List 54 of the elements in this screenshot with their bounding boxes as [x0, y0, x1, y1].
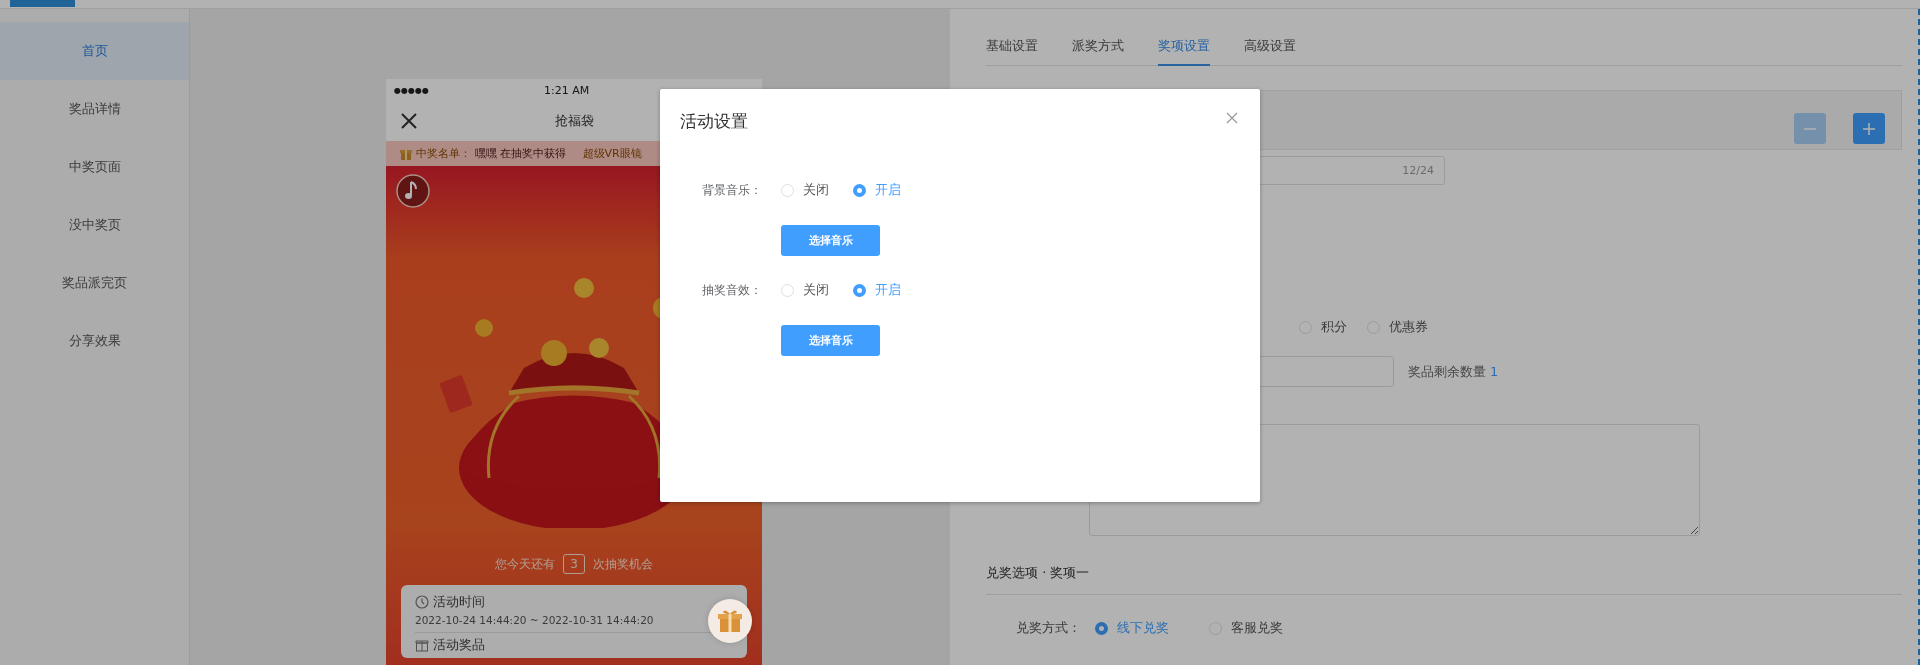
chances-suffix: 次抽奖机会 [592, 555, 653, 573]
signal-dots: ●●●●● [394, 85, 430, 95]
option-label: 优惠券 [1389, 318, 1428, 336]
option-label: 关闭 [803, 181, 829, 199]
info-title: 活动时间 [433, 593, 485, 611]
status-time: 1:21 AM [544, 83, 590, 97]
sidebar-item[interactable]: 奖品派完页 [0, 254, 189, 312]
sidebar-item[interactable]: 中奖页面 [0, 138, 189, 196]
remaining-count: 1 [1490, 364, 1499, 379]
field-label: 背景音乐： [701, 181, 762, 199]
field-label: 抽奖音效： [701, 281, 762, 299]
close-icon [1226, 112, 1238, 124]
field-label: 兑奖方式： [1016, 619, 1081, 637]
option-label: 客服兑奖 [1231, 619, 1283, 637]
choose-music-button[interactable]: 选择音乐 [781, 225, 880, 256]
sidebar-item[interactable]: 首页 [0, 22, 189, 80]
info-value: 2022-10-24 14:44:20 ~ 2022-10-31 14:44:20 [415, 614, 655, 626]
music-icon [396, 174, 430, 208]
remaining-label: 奖品剩余数量 [1408, 362, 1486, 381]
option-label: 开启 [875, 281, 901, 299]
plus-icon [1863, 122, 1875, 135]
option-label: 开启 [875, 181, 901, 199]
settings-tab[interactable]: 奖项设置 [1158, 29, 1210, 66]
radio-button[interactable] [853, 283, 866, 297]
sidebar-item[interactable]: 分享效果 [0, 312, 189, 370]
close-button[interactable] [1226, 112, 1238, 124]
close-icon [400, 112, 418, 130]
nav-title: 抢福袋 [554, 112, 594, 130]
chance-count: 3 [563, 554, 585, 574]
marquee-prize: 超级VR眼镜 [582, 146, 642, 161]
radio-button[interactable] [853, 183, 866, 197]
option-label: 积分 [1321, 318, 1347, 336]
marquee-message: 嘿嘿 在抽奖中获得 [475, 146, 567, 161]
sidebar-item[interactable]: 奖品详情 [0, 80, 189, 138]
radio-button[interactable] [1095, 621, 1108, 635]
marquee-label: 中奖名单： [416, 146, 471, 161]
section-title: 兑奖选项 · 奖项一 [986, 564, 1902, 595]
clock-icon [415, 595, 429, 609]
choose-music-button[interactable]: 选择音乐 [781, 325, 880, 356]
settings-tab[interactable]: 基础设置 [986, 29, 1038, 66]
gift-icon [415, 638, 429, 652]
chances-prefix: 您今天还有 [495, 555, 556, 573]
option-label: 线下兑奖 [1117, 619, 1169, 637]
plus-button[interactable] [1853, 113, 1885, 144]
settings-tab[interactable]: 高级设置 [1244, 29, 1296, 66]
dialog-title: 活动设置 [680, 109, 748, 133]
option-label: 关闭 [803, 281, 829, 299]
minus-button[interactable] [1794, 113, 1826, 144]
gift-icon [400, 147, 412, 160]
gift-icon [717, 608, 743, 634]
info-title: 活动奖品 [433, 636, 485, 654]
sidebar-item[interactable]: 没中奖页 [0, 196, 189, 254]
char-count: 12/24 [1402, 164, 1434, 177]
settings-tab[interactable]: 派奖方式 [1072, 29, 1124, 66]
